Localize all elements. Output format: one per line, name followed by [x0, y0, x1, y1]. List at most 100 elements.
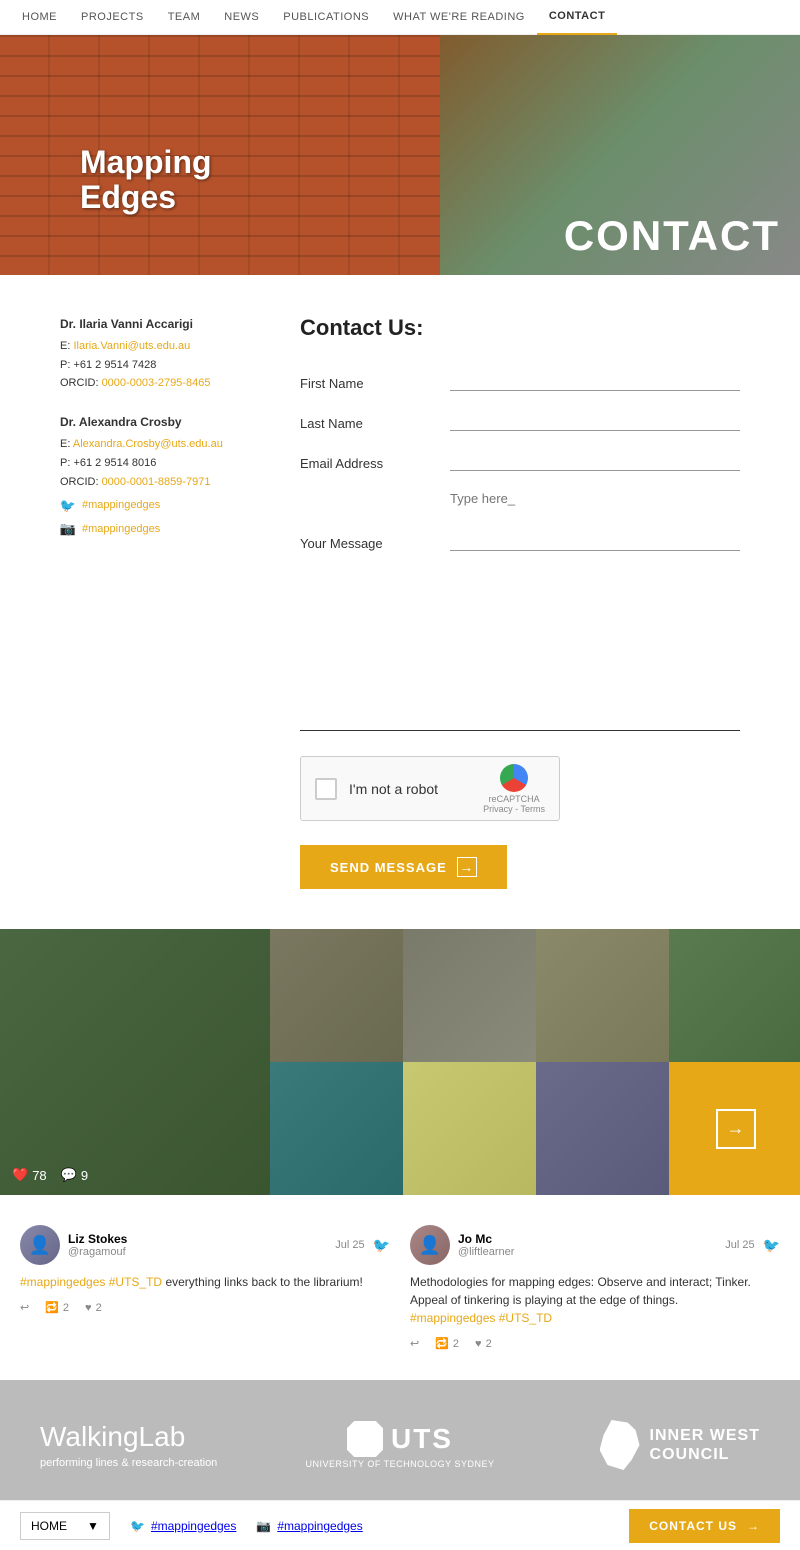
instagram-cell-arrow[interactable]: → — [669, 1062, 800, 1195]
tweet-2-avatar: 👤 — [410, 1225, 450, 1265]
email-label: Email Address — [300, 456, 430, 471]
person2-email-link[interactable]: Alexandra.Crosby@uts.edu.au — [73, 438, 223, 450]
contact-us-button[interactable]: CONTACT US → — [629, 1509, 780, 1543]
person2-orcid-link[interactable]: 0000-0001-8859-7971 — [102, 476, 211, 488]
tweet-2-handle: @liftlearner — [458, 1246, 514, 1258]
recaptcha-checkbox[interactable] — [315, 778, 337, 800]
message-full-textarea[interactable] — [300, 611, 740, 731]
instagram-cell-6[interactable] — [403, 1062, 536, 1195]
nav-publications[interactable]: PUBLICATIONS — [271, 0, 381, 35]
message-textarea[interactable] — [450, 491, 740, 551]
twitter-link[interactable]: #mappingedges — [82, 497, 160, 515]
message-full-area — [300, 611, 740, 736]
email-input[interactable] — [450, 451, 740, 471]
nav-team[interactable]: TEAM — [156, 0, 213, 35]
recaptcha-logo: reCAPTCHA Privacy - Terms — [483, 764, 545, 814]
person1-email-row: E: Ilaria.Vanni@uts.edu.au — [60, 338, 260, 356]
contact-section: Dr. Ilaria Vanni Accarigi E: Ilaria.Vann… — [0, 275, 800, 929]
instagram-cell-2[interactable] — [403, 929, 536, 1062]
tweet-1-text: #mappingedges #UTS_TD everything links b… — [20, 1273, 390, 1291]
recaptcha-privacy: Privacy - Terms — [483, 804, 545, 814]
contact-us-label: CONTACT US — [649, 1519, 737, 1533]
tweet-1-reply[interactable]: ↩ — [20, 1301, 29, 1314]
instagram-cell-7[interactable] — [536, 1062, 669, 1195]
recaptcha-widget[interactable]: I'm not a robot reCAPTCHA Privacy - Term… — [300, 756, 560, 821]
tweet-1-bird-icon: 🐦 — [373, 1237, 390, 1254]
first-name-row: First Name — [300, 371, 740, 391]
nav-news[interactable]: NEWS — [212, 0, 271, 35]
email-row: Email Address — [300, 451, 740, 471]
message-row: Your Message — [300, 491, 740, 551]
instagram-link[interactable]: #mappingedges — [82, 521, 160, 539]
tweet-1-hash2[interactable]: #UTS_TD — [109, 1275, 162, 1289]
walkinglab-subtitle: performing lines & research-creation — [40, 1457, 280, 1469]
tweet-2-like[interactable]: ♥ 2 — [475, 1338, 492, 1350]
tweet-2-header: 👤 Jo Mc @liftlearner Jul 25 🐦 — [410, 1225, 780, 1265]
like-number: 78 — [32, 1168, 46, 1183]
instagram-cell-3[interactable] — [536, 929, 669, 1062]
tweet-1-date: Jul 25 — [335, 1239, 364, 1251]
nav-what-reading[interactable]: WHAT WE'RE READING — [381, 0, 537, 35]
instagram-cell-1[interactable] — [270, 929, 403, 1062]
tweet-2-hash1[interactable]: #mappingedges — [410, 1311, 495, 1325]
hero-contact-label: CONTACT — [564, 212, 780, 260]
form-heading: Contact Us: — [300, 315, 740, 341]
tweet-2-hash2[interactable]: #UTS_TD — [499, 1311, 552, 1325]
recaptcha-logo-icon — [500, 764, 528, 792]
last-name-input[interactable] — [450, 411, 740, 431]
tweet-1-hash1[interactable]: #mappingedges — [20, 1275, 105, 1289]
nav-projects[interactable]: PROJECTS — [69, 0, 156, 35]
tweet-1-avatar: 👤 — [20, 1225, 60, 1265]
tweet-1-handle: @ragamouf — [68, 1246, 127, 1258]
heart-icon: ❤️ — [12, 1167, 28, 1183]
nav-contact[interactable]: CONTACT — [537, 0, 617, 35]
instagram-cell-4[interactable] — [669, 929, 800, 1062]
navigation: HOME PROJECTS TEAM NEWS PUBLICATIONS WHA… — [0, 0, 800, 35]
person1-orcid-row: ORCID: 0000-0003-2795-8465 — [60, 375, 260, 393]
twitter-icon: 🐦 — [60, 498, 76, 514]
uts-full-name: UNIVERSITY OF TECHNOLOGY SYDNEY — [305, 1459, 494, 1469]
instagram-cell-5[interactable] — [270, 1062, 403, 1195]
home-dropdown[interactable]: HOME ▼ — [20, 1512, 110, 1540]
instagram-main-image[interactable]: ❤️ 78 💬 9 — [0, 929, 270, 1195]
person2-orcid-row: ORCID: 0000-0001-8859-7971 — [60, 474, 260, 492]
bottom-twitter-link[interactable]: #mappingedges — [151, 1519, 236, 1533]
uts-icon — [347, 1421, 383, 1457]
person2-orcid-label: ORCID: — [60, 476, 99, 488]
uts-label: UTS — [391, 1423, 453, 1455]
tweet-1: 👤 Liz Stokes @ragamouf Jul 25 🐦 #mapping… — [20, 1225, 390, 1350]
send-message-button[interactable]: SEND MESSAGE → — [300, 845, 507, 889]
tweets-section: 👤 Liz Stokes @ragamouf Jul 25 🐦 #mapping… — [0, 1195, 800, 1380]
bottom-instagram-icon: 📷 — [256, 1519, 271, 1533]
instagram-grid: ❤️ 78 💬 9 → — [0, 929, 800, 1195]
nav-home[interactable]: HOME — [10, 0, 69, 35]
bottom-instagram-row: 📷 #mappingedges — [256, 1519, 362, 1533]
tweet-2-date: Jul 25 — [725, 1239, 754, 1251]
comment-icon: 💬 — [61, 1167, 77, 1183]
person2-email-row: E: Alexandra.Crosby@uts.edu.au — [60, 436, 260, 454]
tweet-2-name: Jo Mc — [458, 1232, 514, 1246]
instagram-arrow-icon: → — [716, 1109, 756, 1149]
tweet-2-reply[interactable]: ↩ — [410, 1337, 419, 1350]
person1-orcid-link[interactable]: 0000-0003-2795-8465 — [102, 377, 211, 389]
person1-email-link[interactable]: Ilaria.Vanni@uts.edu.au — [73, 340, 190, 352]
instagram-row: 📷 #mappingedges — [60, 521, 260, 539]
bottom-bar: HOME ▼ 🐦 #mappingedges 📷 #mappingedges C… — [0, 1500, 800, 1550]
tweet-1-header: 👤 Liz Stokes @ragamouf Jul 25 🐦 — [20, 1225, 390, 1265]
tweet-1-retweet[interactable]: 🔁 2 — [45, 1301, 69, 1314]
tweet-2-body: Methodologies for mapping edges: Observe… — [410, 1275, 751, 1307]
tweet-2-retweet[interactable]: 🔁 2 — [435, 1337, 459, 1350]
send-button-label: SEND MESSAGE — [330, 860, 447, 875]
tweet-1-user-info: Liz Stokes @ragamouf — [68, 1232, 127, 1258]
uts-logo: UTS — [347, 1421, 453, 1457]
bottom-instagram-link[interactable]: #mappingedges — [277, 1519, 362, 1533]
person1-email-label: E: — [60, 340, 70, 352]
recaptcha-label: I'm not a robot — [349, 781, 471, 797]
tweet-2-actions: ↩ 🔁 2 ♥ 2 — [410, 1337, 780, 1350]
uts-logo-group: UTS UNIVERSITY OF TECHNOLOGY SYDNEY — [305, 1421, 494, 1469]
footer-inner-west: INNER WEST COUNCIL — [520, 1420, 760, 1470]
hero-title: Mapping Edges — [80, 145, 212, 215]
first-name-input[interactable] — [450, 371, 740, 391]
first-name-label: First Name — [300, 376, 430, 391]
tweet-1-like[interactable]: ♥ 2 — [85, 1302, 102, 1314]
